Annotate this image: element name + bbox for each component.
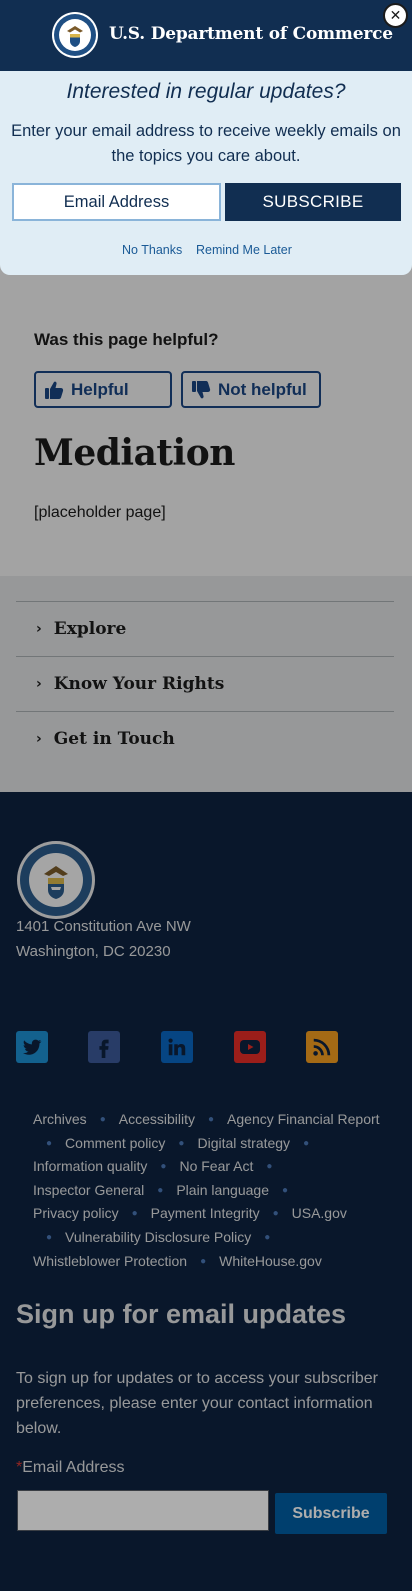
close-icon: ✕ — [389, 7, 402, 24]
popup-brand: U.S. Department of Commerce — [109, 24, 393, 44]
remind-later-link[interactable]: Remind Me Later — [196, 243, 292, 257]
close-popup-button[interactable]: ✕ — [383, 3, 408, 28]
no-thanks-link[interactable]: No Thanks — [122, 243, 182, 257]
popup-question: Interested in regular updates? — [66, 80, 346, 103]
popup-description: Enter your email address to receive week… — [11, 122, 401, 165]
popup-subscribe-button[interactable]: SUBSCRIBE — [225, 183, 401, 221]
department-seal-icon — [52, 12, 98, 58]
popup-email-input[interactable]: Email Address — [12, 183, 221, 221]
page: Was this page helpful? Helpful Not helpf… — [0, 0, 412, 1591]
email-signup-popup: U.S. Department of Commerce ✕ Interested… — [0, 0, 412, 275]
